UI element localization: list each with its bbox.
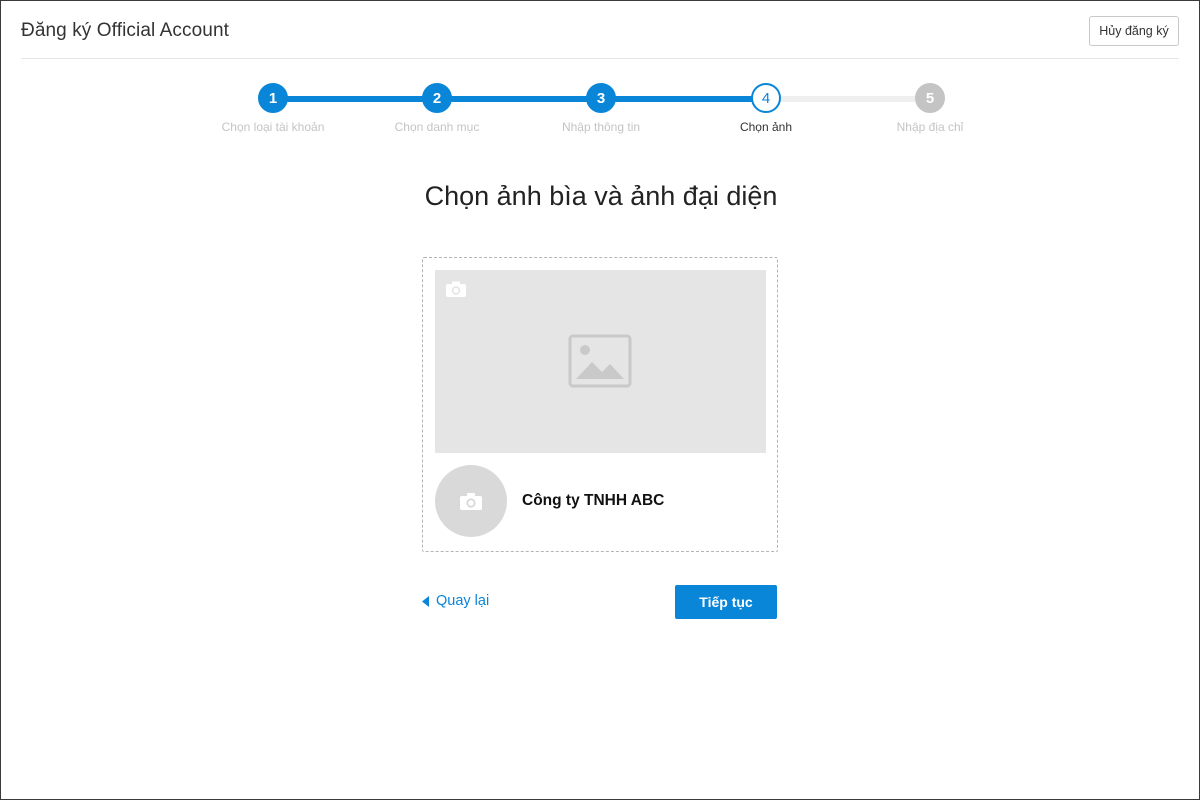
step-number: 3 <box>586 83 616 113</box>
step-label: Nhập địa chỉ <box>896 120 964 134</box>
caret-left-icon <box>422 595 429 607</box>
step-number: 2 <box>422 83 452 113</box>
camera-icon[interactable] <box>459 491 483 511</box>
cancel-registration-button[interactable]: Hủy đăng ký <box>1089 16 1179 46</box>
app-window: Đăng ký Official Account Hủy đăng ký 1 C… <box>0 0 1200 800</box>
step-1: 1 Chọn loại tài khoản <box>193 83 353 134</box>
step-label: Chọn danh mục <box>394 120 480 134</box>
cover-photo-upload[interactable] <box>435 270 766 453</box>
step-5: 5 Nhập địa chỉ <box>850 83 1010 134</box>
step-3: 3 Nhập thông tin <box>521 83 681 134</box>
step-label: Chọn loại tài khoản <box>221 120 325 134</box>
back-link[interactable]: Quay lại <box>422 593 489 609</box>
continue-button[interactable]: Tiếp tục <box>675 585 777 619</box>
step-label: Chọn ảnh <box>739 120 793 134</box>
step-number: 1 <box>258 83 288 113</box>
company-name: Công ty TNHH ABC <box>522 492 665 509</box>
step-number: 5 <box>915 83 945 113</box>
image-upload-card: Công ty TNHH ABC <box>422 257 778 552</box>
step-2: 2 Chọn danh mục <box>357 83 517 134</box>
page-header-title: Đăng ký Official Account <box>21 20 229 41</box>
step-label: Nhập thông tin <box>561 120 641 134</box>
header-divider <box>21 58 1179 59</box>
camera-icon[interactable] <box>445 280 467 298</box>
back-link-label: Quay lại <box>436 593 490 609</box>
step-4: 4 Chọn ảnh <box>686 83 846 134</box>
step-number: 4 <box>751 83 781 113</box>
page-title: Chọn ảnh bìa và ảnh đại diện <box>424 181 778 211</box>
image-placeholder-icon <box>568 334 632 388</box>
avatar-upload[interactable] <box>435 465 507 537</box>
